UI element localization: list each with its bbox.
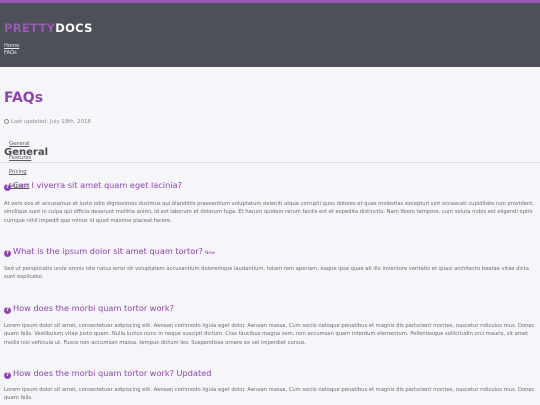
clock-icon xyxy=(4,119,9,124)
faq-question-text: How does the morbi quam tortor work? xyxy=(13,303,174,313)
faq-answer: At vero eos et accusamus et iusto odio d… xyxy=(4,201,534,224)
question-circle-icon: ? xyxy=(4,250,11,257)
page-title: FAQs xyxy=(4,90,44,106)
logo-part-pretty: PRETTY xyxy=(4,21,56,35)
breadcrumb-home-link[interactable]: Home xyxy=(4,43,19,50)
section-title: General xyxy=(4,147,48,158)
faq-question-text: Can I viverra sit amet quam eget lacinia… xyxy=(13,180,182,190)
faq-question-text: What is the ipsum dolor sit amet quam to… xyxy=(13,246,203,256)
last-updated-text: Last updated: July 18th, 2018 xyxy=(11,119,91,125)
faq-question-text: How does the morbi quam tortor work? Upd… xyxy=(13,368,212,378)
faq-answer: Lorem ipsum dolor sit amet, consectetuer… xyxy=(4,323,535,346)
question-circle-icon: ? xyxy=(4,372,11,379)
question-circle-icon: ? xyxy=(4,307,11,314)
site-logo[interactable]: PRETTYDOCS xyxy=(4,21,93,35)
faq-answer: Sed ut perspiciatis unde omnis iste natu… xyxy=(4,266,529,281)
breadcrumb: Home FAQs xyxy=(4,43,19,57)
faq-answer: Lorem ipsum dolor sit amet, consectetuer… xyxy=(4,387,535,402)
faq-question[interactable]: ? What is the ipsum dolor sit amet quam t… xyxy=(4,246,215,257)
question-circle-icon: ? xyxy=(4,184,11,191)
faq-question[interactable]: ? How does the morbi quam tortor work? Up… xyxy=(4,368,211,379)
breadcrumb-current: FAQs xyxy=(4,50,17,56)
section-divider xyxy=(0,162,540,163)
logo-part-docs: DOCS xyxy=(55,21,93,35)
nav-link-pricing[interactable]: Pricing xyxy=(9,169,27,175)
top-header: PRETTYDOCS Home FAQs xyxy=(0,0,540,67)
new-badge: New xyxy=(204,251,215,256)
faq-question[interactable]: ? Can I viverra sit amet quam eget lacini… xyxy=(4,180,182,191)
last-updated: Last updated: July 18th, 2018 xyxy=(4,119,91,125)
faq-question[interactable]: ? How does the morbi quam tortor work? xyxy=(4,303,174,314)
